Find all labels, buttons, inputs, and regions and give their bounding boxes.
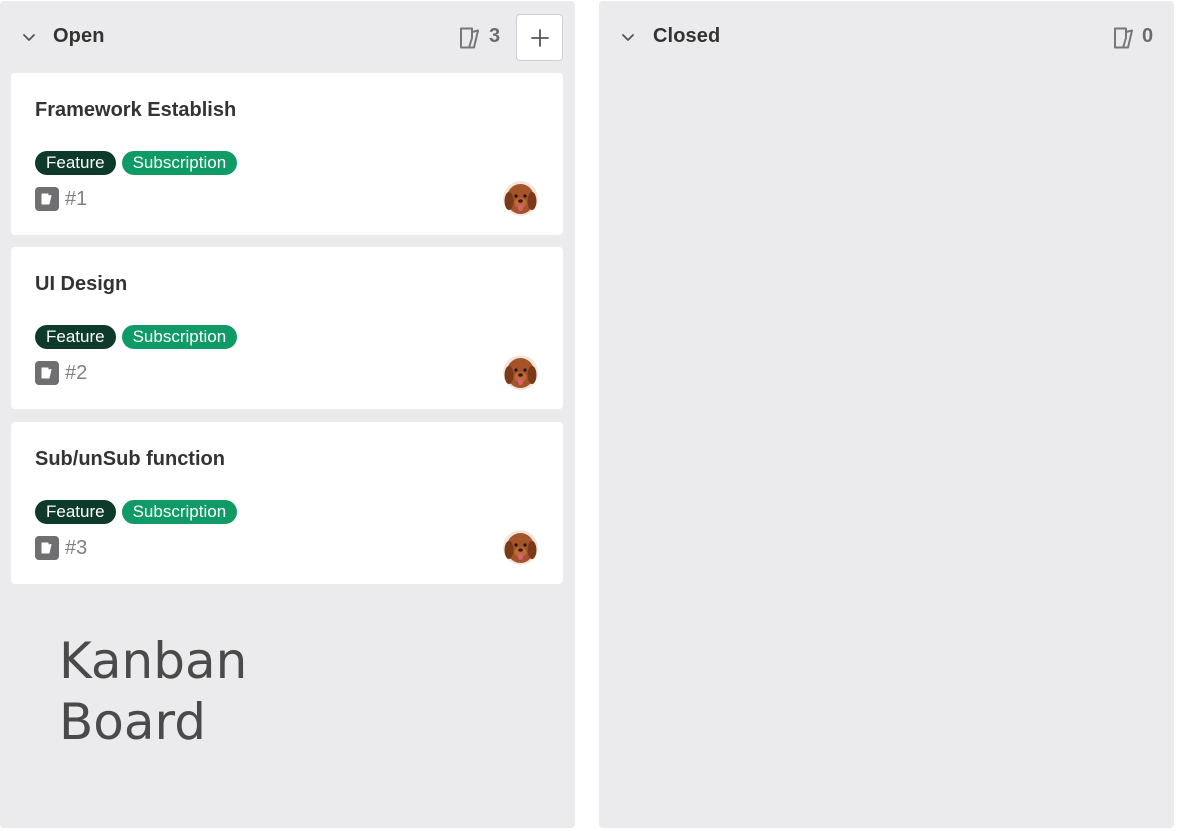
tag-list: Feature Subscription (35, 325, 238, 349)
card-title: UI Design (35, 273, 128, 295)
column-header-closed: Closed 0 (599, 1, 1174, 73)
chevron-down-icon[interactable] (20, 29, 38, 45)
column-count: 0 (1142, 25, 1154, 47)
board-caption: Kanban Board (59, 631, 247, 753)
plus-icon (530, 28, 549, 47)
tag-feature[interactable]: Feature (35, 500, 116, 524)
issue-number: #1 (65, 187, 88, 210)
issue-number-row: #2 (35, 361, 87, 385)
tag-subscription[interactable]: Subscription (121, 500, 238, 524)
kanban-board: Open 3 Framework Establish Feature Subsc… (0, 0, 1177, 831)
tag-subscription[interactable]: Subscription (121, 151, 238, 175)
column-title: Open (53, 25, 105, 47)
caption-line-2: Board (59, 693, 206, 751)
chevron-down-icon[interactable] (619, 29, 637, 45)
column-title: Closed (653, 25, 721, 47)
tag-feature[interactable]: Feature (35, 325, 116, 349)
card-title: Framework Establish (35, 99, 237, 121)
caption-line-1: Kanban (59, 632, 248, 690)
tag-feature[interactable]: Feature (35, 151, 116, 175)
tag-list: Feature Subscription (35, 500, 238, 524)
issue-icon (35, 536, 59, 560)
issue-card[interactable]: Sub/unSub function Feature Subscription … (11, 422, 563, 584)
issue-number-row: #3 (35, 536, 87, 560)
issue-icon (35, 187, 59, 211)
issue-number-row: #1 (35, 187, 87, 211)
column-header-open: Open 3 (0, 1, 575, 73)
issue-number: #3 (65, 536, 88, 559)
column-open: Open 3 Framework Establish Feature Subsc… (0, 1, 575, 828)
issue-count-icon (1113, 26, 1135, 50)
column-count: 3 (489, 25, 501, 47)
tag-list: Feature Subscription (35, 151, 238, 175)
add-card-button[interactable] (516, 14, 563, 61)
tag-subscription[interactable]: Subscription (121, 325, 238, 349)
issue-count-icon (459, 26, 481, 50)
column-closed: Closed 0 (599, 1, 1174, 828)
issue-number: #2 (65, 361, 88, 384)
avatar[interactable] (503, 530, 538, 565)
avatar[interactable] (503, 355, 538, 390)
issue-icon (35, 361, 59, 385)
card-title: Sub/unSub function (35, 448, 225, 470)
issue-card[interactable]: Framework Establish Feature Subscription… (11, 73, 563, 235)
issue-card[interactable]: UI Design Feature Subscription #2 (11, 247, 563, 409)
avatar[interactable] (503, 181, 538, 216)
